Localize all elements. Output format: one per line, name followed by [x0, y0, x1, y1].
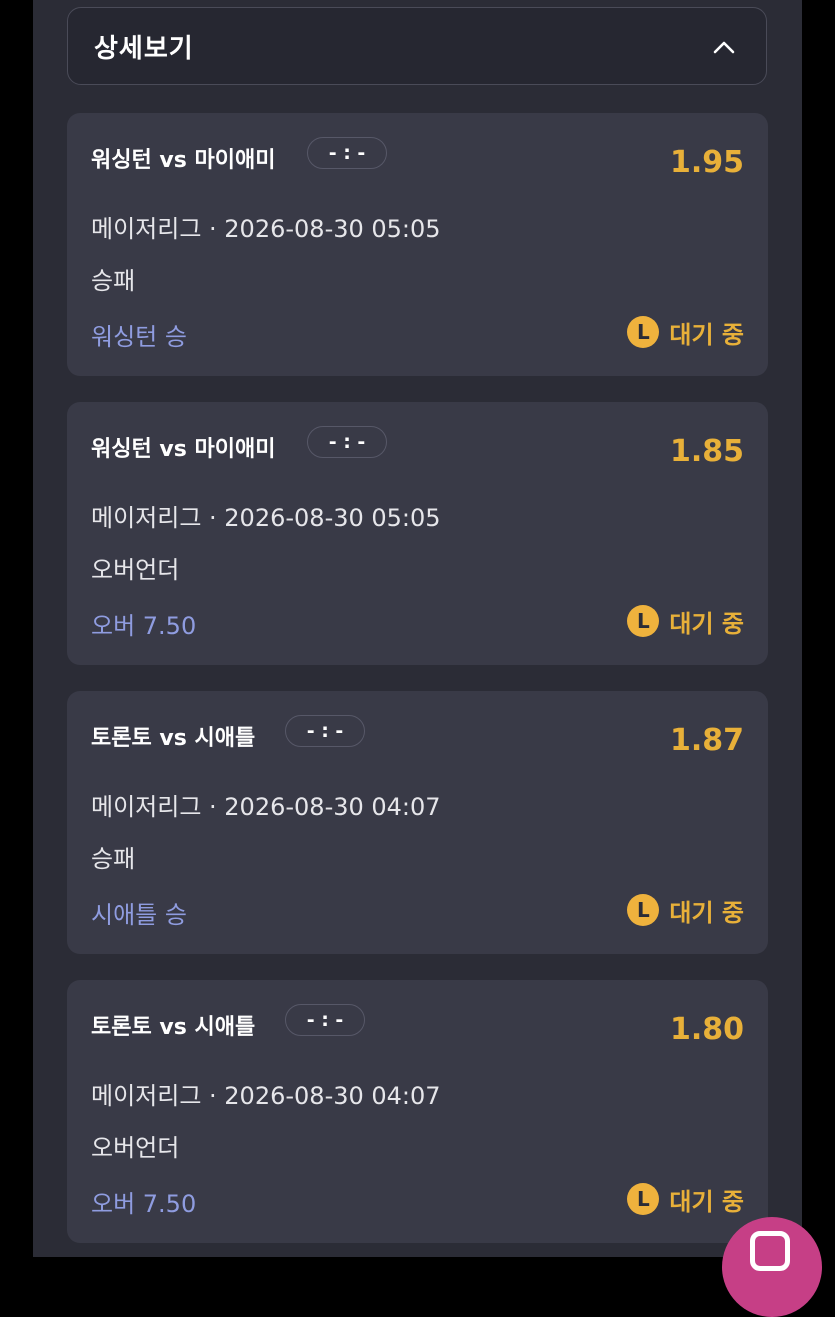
bet-card: 워싱턴 vs 마이애미 - : - 1.85 메이저리그 · 2026-08-3… — [67, 402, 768, 665]
odds-value: 1.80 — [669, 1012, 744, 1047]
match-title: 토론토 vs 시애틀 — [91, 726, 256, 751]
status-text: 대기 중 — [669, 898, 744, 927]
match-title: 토론토 vs 시애틀 — [91, 1015, 256, 1040]
bet-pick: 오버 7.50 — [91, 612, 197, 640]
detail-title: 상세보기 — [94, 34, 194, 64]
market-type: 오버언더 — [91, 1134, 180, 1162]
score-badge: - : - — [307, 137, 387, 169]
market-type: 오버언더 — [91, 556, 180, 584]
status-badge: L 대기 중 — [627, 893, 744, 927]
floating-action-button[interactable] — [722, 1217, 822, 1317]
status-badge: L 대기 중 — [627, 315, 744, 349]
odds-value: 1.95 — [669, 145, 744, 180]
market-type: 승패 — [91, 845, 136, 873]
league-datetime: 메이저리그 · 2026-08-30 05:05 — [91, 504, 441, 532]
match-title: 워싱턴 vs 마이애미 — [91, 148, 276, 173]
chat-icon — [750, 1231, 790, 1271]
odds-value: 1.85 — [669, 434, 744, 469]
bet-pick: 워싱턴 승 — [91, 323, 187, 351]
market-type: 승패 — [91, 267, 136, 295]
bet-card: 토론토 vs 시애틀 - : - 1.87 메이저리그 · 2026-08-30… — [67, 691, 768, 954]
status-badge: L 대기 중 — [627, 604, 744, 638]
bet-card: 워싱턴 vs 마이애미 - : - 1.95 메이저리그 · 2026-08-3… — [67, 113, 768, 376]
status-text: 대기 중 — [669, 320, 744, 349]
pending-icon: L — [627, 894, 660, 926]
match-title: 워싱턴 vs 마이애미 — [91, 437, 276, 462]
score-badge: - : - — [307, 426, 387, 458]
league-datetime: 메이저리그 · 2026-08-30 04:07 — [91, 1082, 441, 1110]
detail-toggle[interactable]: 상세보기 — [67, 7, 767, 85]
bet-pick: 시애틀 승 — [91, 901, 187, 929]
bet-detail-panel: 상세보기 워싱턴 vs 마이애미 - : - 1.95 메이저리그 · 2026… — [33, 0, 802, 1257]
bet-pick: 오버 7.50 — [91, 1190, 197, 1218]
score-badge: - : - — [285, 1004, 365, 1036]
pending-icon: L — [627, 605, 660, 637]
league-datetime: 메이저리그 · 2026-08-30 05:05 — [91, 215, 441, 243]
odds-value: 1.87 — [669, 723, 744, 758]
chevron-up-icon[interactable] — [712, 35, 736, 59]
status-text: 대기 중 — [669, 1187, 744, 1216]
pending-icon: L — [627, 1183, 660, 1215]
pending-icon: L — [627, 316, 660, 348]
status-badge: L 대기 중 — [627, 1182, 744, 1216]
score-badge: - : - — [285, 715, 365, 747]
league-datetime: 메이저리그 · 2026-08-30 04:07 — [91, 793, 441, 821]
bet-card: 토론토 vs 시애틀 - : - 1.80 메이저리그 · 2026-08-30… — [67, 980, 768, 1243]
status-text: 대기 중 — [669, 609, 744, 638]
